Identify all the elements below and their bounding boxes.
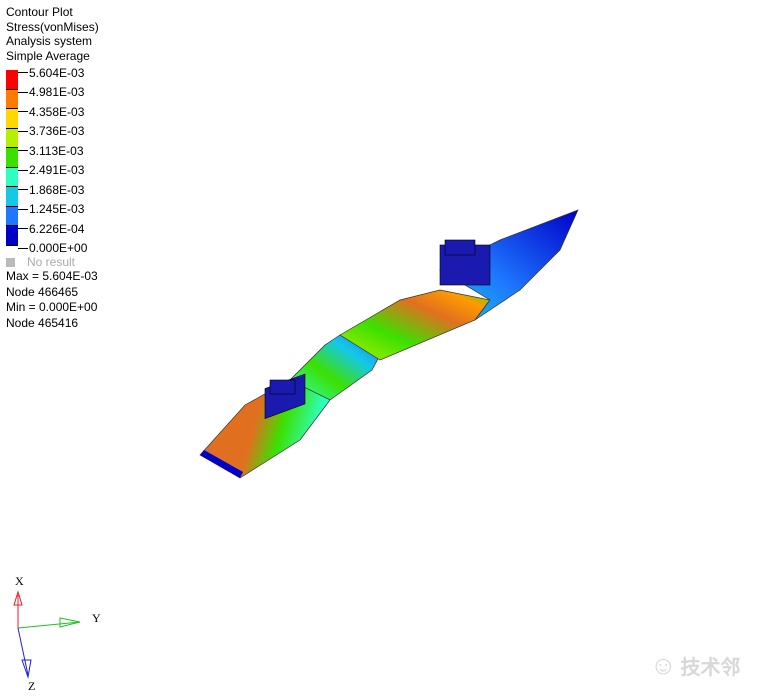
watermark-text: 技术邻 bbox=[680, 657, 741, 679]
axis-z-label: Z bbox=[28, 679, 35, 693]
watermark: ☺ 技术邻 bbox=[650, 650, 741, 681]
axis-x-label: X bbox=[15, 574, 24, 588]
axis-y-label: Y bbox=[92, 611, 101, 625]
axis-triad: X Y Z bbox=[13, 574, 101, 693]
bearing-block-2 bbox=[439, 239, 491, 286]
model-viewport[interactable]: X Y Z bbox=[0, 0, 760, 698]
watermark-logo-icon: ☺ bbox=[650, 650, 677, 680]
